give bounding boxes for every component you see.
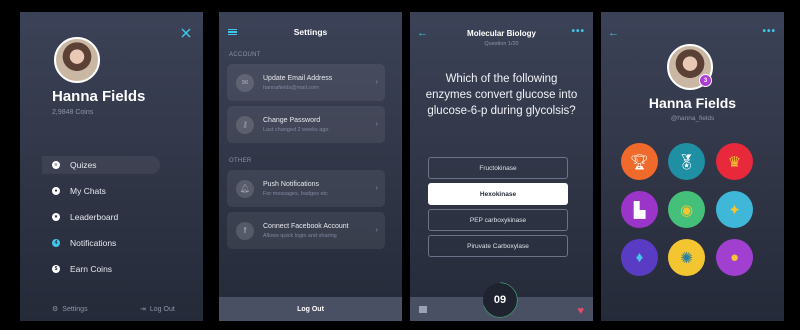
user-name: Hanna Fields bbox=[648, 95, 737, 111]
card-subtitle: Allows quick login and sharing bbox=[263, 232, 337, 239]
avatar bbox=[54, 37, 100, 83]
wings-shield-icon[interactable]: ♦ bbox=[621, 239, 658, 276]
menu-item-earn-coins[interactable]: $ Earn Coins bbox=[42, 260, 160, 278]
answer-option[interactable]: PEP carboxykinase bbox=[428, 209, 568, 231]
section-label-other: OTHER bbox=[229, 158, 252, 164]
crown-icon[interactable]: ♛ bbox=[716, 143, 753, 180]
answer-option[interactable]: Fructokinase bbox=[428, 157, 568, 179]
card-subtitle: Last changed 2 weeks ago bbox=[263, 126, 329, 133]
mail-icon: ✉ bbox=[236, 73, 254, 92]
podium-icon[interactable]: ▙ bbox=[621, 191, 658, 228]
coin-icon: $ bbox=[52, 265, 60, 273]
key-icon: ⚷ bbox=[236, 115, 254, 134]
coin-balance: 2,9848 Coins bbox=[52, 109, 94, 116]
logout-label: Log Out bbox=[149, 305, 175, 313]
medal-icon[interactable]: 🏅︎ bbox=[668, 143, 705, 180]
heart-icon[interactable]: ♥ bbox=[577, 305, 584, 317]
question-text: Which of the following enzymes convert g… bbox=[425, 73, 578, 117]
logout-icon: ⇥ bbox=[140, 306, 146, 313]
menu-item-label: Notifications bbox=[70, 238, 117, 248]
menu-item-notifications[interactable]: 4 Notifications bbox=[42, 234, 160, 252]
notification-icon: 4 bbox=[52, 239, 60, 247]
settings-label: Settings bbox=[62, 305, 88, 313]
profile-screen: ← ••• 3 Hanna Fields @hanna_fields 🏆︎ 🏅︎… bbox=[601, 12, 784, 321]
change-password-card[interactable]: ⚷ Change Password Last changed 2 weeks a… bbox=[227, 106, 385, 143]
card-title: Connect Facebook Account bbox=[263, 222, 349, 230]
menu-screen: Hanna Fields 2,9848 Coins ≡ Quizes ● My … bbox=[20, 12, 203, 321]
stars-icon[interactable]: ✦ bbox=[716, 191, 753, 228]
ribbon-medal-icon[interactable]: ◉ bbox=[668, 191, 705, 228]
menu-item-leaderboard[interactable]: ★ Leaderboard bbox=[42, 208, 160, 226]
trophy-icon[interactable]: 🏆︎ bbox=[621, 143, 658, 180]
timer-value: 09 bbox=[483, 283, 517, 317]
logout-button[interactable]: Log Out bbox=[219, 297, 402, 321]
answer-option[interactable]: Piruvate Carboxylase bbox=[428, 235, 568, 257]
user-name: Hanna Fields bbox=[52, 88, 146, 105]
quiz-icon: ≡ bbox=[52, 161, 60, 169]
chevron-right-icon: › bbox=[375, 225, 378, 234]
card-subtitle: For messages, badges etc bbox=[263, 190, 328, 197]
menu-item-label: Quizes bbox=[70, 160, 97, 170]
page-title: Settings bbox=[293, 27, 328, 37]
facebook-icon: f bbox=[236, 221, 254, 240]
flag-icon[interactable] bbox=[419, 306, 427, 313]
menu-item-label: My Chats bbox=[70, 186, 106, 196]
more-options-icon[interactable]: ••• bbox=[762, 26, 776, 37]
card-title: Push Notifications bbox=[263, 180, 320, 188]
settings-screen: Settings ACCOUNT ✉ Update Email Address … bbox=[219, 12, 402, 321]
logout-link[interactable]: ⇥ Log Out bbox=[140, 305, 175, 314]
menu-item-label: Leaderboard bbox=[70, 212, 119, 222]
bell-icon: 🔔︎ bbox=[236, 179, 254, 198]
menu-item-quizes[interactable]: ≡ Quizes bbox=[42, 156, 160, 174]
star-icon: ★ bbox=[52, 213, 60, 221]
section-label-account: ACCOUNT bbox=[229, 52, 261, 58]
back-arrow-icon[interactable]: ← bbox=[608, 27, 619, 39]
chevron-right-icon: › bbox=[375, 183, 378, 192]
menu-item-label: Earn Coins bbox=[70, 264, 113, 274]
answer-option-selected[interactable]: Hexokinase bbox=[428, 183, 568, 205]
more-options-icon[interactable]: ••• bbox=[571, 26, 585, 37]
quiz-screen: ← Molecular Biology Question 1/20 ••• Wh… bbox=[410, 12, 593, 321]
level-badge: 3 bbox=[699, 74, 712, 87]
settings-link[interactable]: ⚙ Settings bbox=[52, 305, 88, 314]
menu-item-my-chats[interactable]: ● My Chats bbox=[42, 182, 160, 200]
update-email-card[interactable]: ✉ Update Email Address hannafields@mail.… bbox=[227, 64, 385, 101]
close-icon[interactable] bbox=[179, 26, 193, 40]
question-counter: Question 1/20 bbox=[484, 41, 519, 47]
push-notifications-card[interactable]: 🔔︎ Push Notifications For messages, badg… bbox=[227, 170, 385, 207]
card-title: Update Email Address bbox=[263, 74, 333, 82]
gold-medal-icon[interactable]: ● bbox=[716, 239, 753, 276]
user-handle: @hanna_fields bbox=[670, 115, 715, 122]
chevron-right-icon: › bbox=[375, 77, 378, 86]
gear-icon: ⚙ bbox=[52, 306, 59, 313]
rosette-icon[interactable]: ✺ bbox=[668, 239, 705, 276]
card-subtitle: hannafields@mail.com bbox=[263, 84, 319, 91]
chat-icon: ● bbox=[52, 187, 60, 195]
quiz-title: Molecular Biology bbox=[467, 29, 536, 38]
connect-facebook-card[interactable]: f Connect Facebook Account Allows quick … bbox=[227, 212, 385, 249]
chevron-right-icon: › bbox=[375, 119, 378, 128]
card-title: Change Password bbox=[263, 116, 321, 124]
